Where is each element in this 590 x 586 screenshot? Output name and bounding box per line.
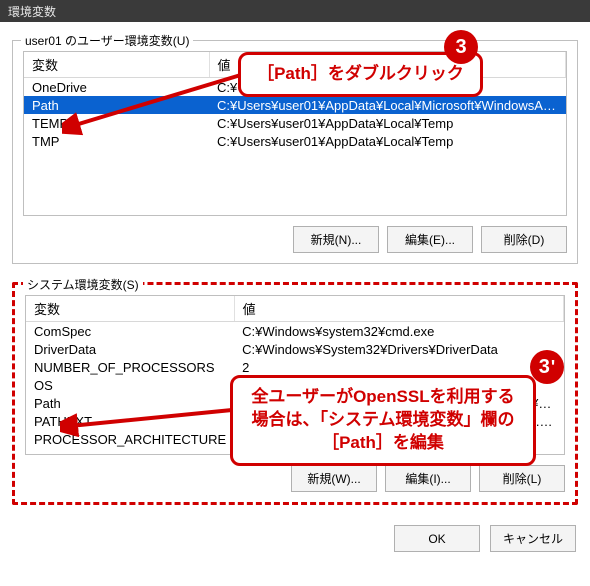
callout-step3-prime-text: 全ユーザーがOpenSSLを利用する場合は、「システム環境変数」欄の［Path］…	[251, 387, 514, 452]
badge-step3: 3	[444, 30, 478, 64]
ok-button[interactable]: OK	[394, 525, 480, 552]
var-name: TEMP	[24, 114, 209, 132]
var-value: C:¥Windows¥System32¥Drivers¥DriverData	[234, 340, 563, 358]
table-row[interactable]: TEMP C:¥Users¥user01¥AppData¥Local¥Temp	[24, 114, 566, 132]
user-buttons-row: 新規(N)... 編集(E)... 削除(D)	[23, 226, 567, 253]
user-delete-button[interactable]: 削除(D)	[481, 226, 567, 253]
var-name: TMP	[24, 132, 209, 150]
system-delete-button[interactable]: 削除(L)	[479, 465, 565, 492]
system-buttons-row: 新規(W)... 編集(I)... 削除(L)	[25, 465, 565, 492]
callout-step3: ［Path］をダブルクリック	[238, 52, 483, 97]
system-col-variable[interactable]: 変数	[26, 296, 234, 322]
badge-step3-prime: 3	[530, 350, 564, 384]
dialog-body: user01 のユーザー環境変数(U) 変数 値 OneDrive C:¥Use…	[0, 22, 590, 586]
table-row[interactable]: NUMBER_OF_PROCESSORS 2	[26, 358, 564, 376]
table-row[interactable]: Path C:¥Users¥user01¥AppData¥Local¥Micro…	[24, 96, 566, 114]
table-row[interactable]: TMP C:¥Users¥user01¥AppData¥Local¥Temp	[24, 132, 566, 150]
var-value: 2	[234, 358, 563, 376]
table-row[interactable]: ComSpec C:¥Windows¥system32¥cmd.exe	[26, 322, 564, 341]
var-name: PROCESSOR_ARCHITECTURE	[26, 430, 234, 448]
var-name: OneDrive	[24, 78, 209, 97]
badge-step3-number: 3	[455, 36, 466, 59]
title-bar: 環境変数	[0, 0, 590, 22]
table-row[interactable]: DriverData C:¥Windows¥System32¥Drivers¥D…	[26, 340, 564, 358]
callout-step3-prime: 全ユーザーがOpenSSLを利用する場合は、「システム環境変数」欄の［Path］…	[230, 375, 536, 466]
var-name: ComSpec	[26, 322, 234, 341]
var-name: OS	[26, 376, 234, 394]
user-group-legend: user01 のユーザー環境変数(U)	[21, 32, 193, 49]
callout-step3-text: ［Path］をダブルクリック	[257, 64, 464, 83]
system-col-value[interactable]: 値	[234, 296, 563, 322]
badge-step3-prime-number: 3	[539, 356, 550, 379]
window-title: 環境変数	[8, 5, 56, 19]
var-name: DriverData	[26, 340, 234, 358]
user-col-variable[interactable]: 変数	[24, 52, 209, 78]
var-name: Path	[26, 394, 234, 412]
var-name: Path	[24, 96, 209, 114]
user-new-button[interactable]: 新規(N)...	[293, 226, 379, 253]
system-new-button[interactable]: 新規(W)...	[291, 465, 377, 492]
system-edit-button[interactable]: 編集(I)...	[385, 465, 471, 492]
var-value: C:¥Users¥user01¥AppData¥Local¥Temp	[209, 132, 566, 150]
dialog-footer: OK キャンセル	[12, 511, 578, 552]
var-value: C:¥Windows¥system32¥cmd.exe	[234, 322, 563, 341]
var-name: PATHEXT	[26, 412, 234, 430]
cancel-button[interactable]: キャンセル	[490, 525, 576, 552]
var-value: C:¥Users¥user01¥AppData¥Local¥Temp	[209, 114, 566, 132]
var-name: NUMBER_OF_PROCESSORS	[26, 358, 234, 376]
system-group-legend: システム環境変数(S)	[23, 276, 143, 293]
var-value: C:¥Users¥user01¥AppData¥Local¥Microsoft¥…	[209, 96, 566, 114]
user-edit-button[interactable]: 編集(E)...	[387, 226, 473, 253]
